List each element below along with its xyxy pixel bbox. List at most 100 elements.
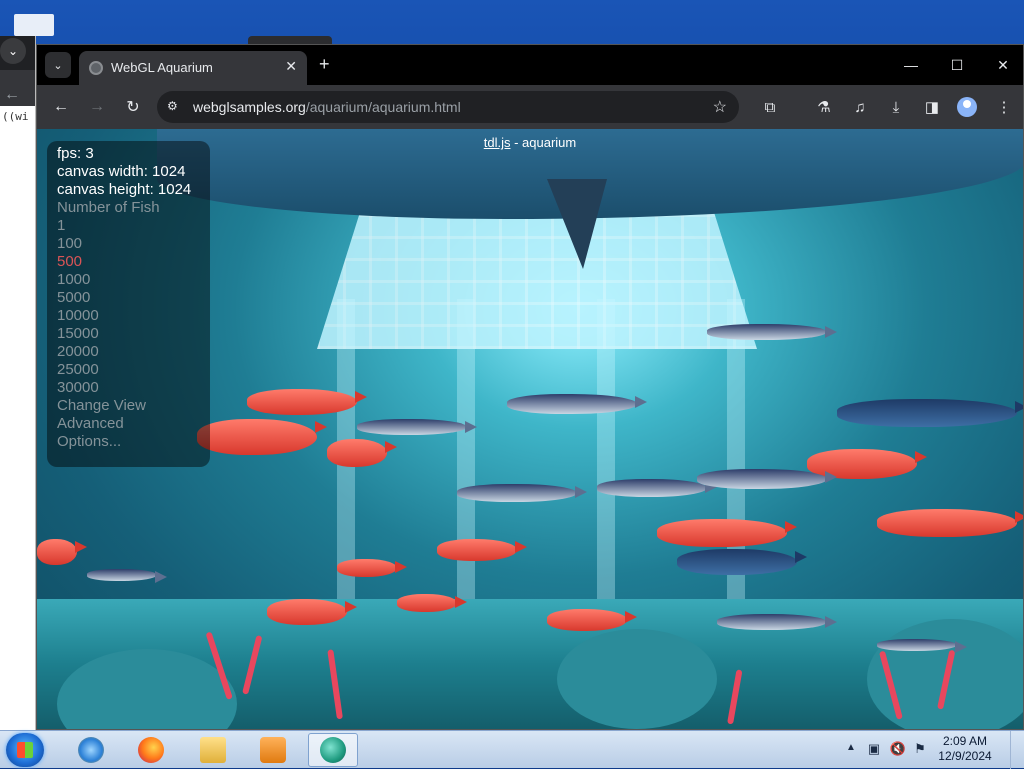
labs-flask-icon[interactable]: ⚗ bbox=[813, 96, 835, 118]
menu-kebab-icon[interactable]: ⋮ bbox=[993, 96, 1015, 118]
fish-count-30000[interactable]: 30000 bbox=[57, 379, 210, 397]
fish-count-500[interactable]: 500 bbox=[57, 253, 210, 271]
browser-toolbar: ← → ↻ ⚙ webglsamples.org/aquarium/aquari… bbox=[37, 85, 1023, 129]
tank-pillar bbox=[597, 299, 615, 639]
tank-pillar bbox=[337, 299, 355, 639]
fish bbox=[397, 594, 467, 612]
fish bbox=[717, 614, 837, 630]
fish-count-15000[interactable]: 15000 bbox=[57, 325, 210, 343]
hud-panel: fps: 3 canvas width: 1024 canvas height:… bbox=[47, 141, 210, 467]
fish bbox=[267, 599, 357, 625]
url-text[interactable]: webglsamples.org/aquarium/aquarium.html bbox=[193, 99, 461, 115]
windows-logo-icon bbox=[17, 742, 33, 758]
download-icon[interactable]: ⤓ bbox=[885, 96, 907, 118]
fish bbox=[807, 449, 927, 479]
profile-avatar-icon[interactable] bbox=[957, 97, 977, 117]
clock-date: 12/9/2024 bbox=[938, 749, 992, 763]
chevron-down-icon[interactable]: ⌄ bbox=[0, 38, 26, 64]
fish bbox=[197, 419, 327, 455]
fish bbox=[357, 419, 477, 435]
fish bbox=[247, 389, 367, 415]
background-code-text: ((wi bbox=[2, 110, 29, 123]
internet-explorer-icon bbox=[78, 737, 104, 763]
fish bbox=[457, 484, 587, 502]
network-icon[interactable]: ▣ bbox=[866, 741, 882, 757]
taskbar-chrome[interactable] bbox=[308, 733, 358, 767]
rock bbox=[557, 629, 717, 729]
media-player-icon bbox=[260, 737, 286, 763]
fish bbox=[657, 519, 797, 547]
fish-count-100[interactable]: 100 bbox=[57, 235, 210, 253]
browser-window: ⌄ WebGL Aquarium ✕ + — ☐ ✕ ← → ↻ ⚙ webgl… bbox=[36, 44, 1024, 730]
taskbar-firefox[interactable] bbox=[126, 733, 176, 767]
fish-count-10000[interactable]: 10000 bbox=[57, 307, 210, 325]
background-window: ((wi bbox=[0, 36, 36, 730]
media-controls-icon[interactable]: ♫ bbox=[849, 96, 871, 118]
desktop-icon[interactable] bbox=[14, 14, 54, 36]
fish-count-1000[interactable]: 1000 bbox=[57, 271, 210, 289]
maximize-button[interactable]: ☐ bbox=[943, 53, 971, 77]
volume-muted-icon[interactable]: 🔇 bbox=[890, 741, 906, 757]
fps-readout: fps: 3 bbox=[57, 145, 94, 162]
fish bbox=[437, 539, 527, 561]
fish bbox=[837, 399, 1023, 427]
fish bbox=[707, 324, 837, 340]
fish bbox=[37, 539, 87, 565]
address-bar[interactable]: ⚙ webglsamples.org/aquarium/aquarium.htm… bbox=[157, 91, 739, 123]
fish bbox=[597, 479, 717, 497]
system-clock[interactable]: 2:09 AM 12/9/2024 bbox=[930, 734, 1000, 764]
new-tab-button[interactable]: + bbox=[319, 54, 330, 75]
fish bbox=[337, 559, 407, 577]
back-arrow-icon: ← bbox=[4, 86, 20, 103]
start-button[interactable] bbox=[6, 733, 44, 767]
fish bbox=[547, 609, 637, 631]
taskbar-internet-explorer[interactable] bbox=[66, 733, 116, 767]
bookmark-star-icon[interactable]: ☆ bbox=[713, 97, 727, 117]
fish bbox=[697, 469, 837, 489]
taskbar-file-explorer[interactable] bbox=[188, 733, 238, 767]
clock-time: 2:09 AM bbox=[942, 734, 988, 748]
canvas-height-readout: canvas height: 1024 bbox=[57, 181, 192, 198]
options-option[interactable]: Options... bbox=[57, 433, 210, 451]
tab-title: WebGL Aquarium bbox=[111, 60, 213, 75]
minimize-button[interactable]: — bbox=[897, 53, 925, 77]
extensions-icon[interactable]: ⧉ bbox=[759, 96, 781, 118]
tab-strip: ⌄ WebGL Aquarium ✕ + — ☐ ✕ bbox=[37, 45, 1023, 85]
fish-count-5000[interactable]: 5000 bbox=[57, 289, 210, 307]
site-info-icon[interactable]: ⚙ bbox=[167, 99, 183, 115]
firefox-icon bbox=[138, 737, 164, 763]
fish bbox=[507, 394, 647, 414]
canvas-width-readout: canvas width: 1024 bbox=[57, 163, 186, 180]
close-tab-icon[interactable]: ✕ bbox=[285, 58, 297, 75]
tdl-link[interactable]: tdl.js bbox=[484, 135, 511, 150]
tab-search-button[interactable]: ⌄ bbox=[45, 52, 71, 78]
tab-webgl-aquarium[interactable]: WebGL Aquarium ✕ bbox=[79, 51, 307, 85]
number-of-fish-heading: Number of Fish bbox=[57, 199, 160, 216]
side-panel-icon[interactable]: ◨ bbox=[921, 96, 943, 118]
chrome-icon bbox=[320, 737, 346, 763]
action-center-flag-icon[interactable]: ⚑ bbox=[912, 741, 928, 757]
fish bbox=[87, 569, 167, 583]
fish-count-20000[interactable]: 20000 bbox=[57, 343, 210, 361]
fish bbox=[327, 439, 397, 467]
aquarium-canvas[interactable]: tdl.js - aquarium fps: 3 canvas width: 1… bbox=[37, 129, 1023, 729]
folder-icon bbox=[200, 737, 226, 763]
fish bbox=[877, 639, 967, 653]
fish-count-1[interactable]: 1 bbox=[57, 217, 210, 235]
change-view-option[interactable]: Change View bbox=[57, 397, 210, 415]
forward-button[interactable]: → bbox=[85, 95, 109, 119]
fish bbox=[677, 549, 807, 575]
glass-dome bbox=[317, 209, 757, 349]
back-button[interactable]: ← bbox=[49, 95, 73, 119]
tray-expand-icon[interactable]: ▲ bbox=[846, 742, 856, 753]
tank-pillar bbox=[457, 299, 475, 639]
reload-button[interactable]: ↻ bbox=[121, 95, 145, 119]
close-window-button[interactable]: ✕ bbox=[989, 53, 1017, 77]
fish bbox=[877, 509, 1023, 537]
taskbar: ▲ ▣ 🔇 ⚑ 2:09 AM 12/9/2024 bbox=[0, 730, 1024, 769]
fish-count-25000[interactable]: 25000 bbox=[57, 361, 210, 379]
taskbar-media-player[interactable] bbox=[248, 733, 298, 767]
advanced-option[interactable]: Advanced bbox=[57, 415, 210, 433]
globe-icon bbox=[89, 61, 103, 75]
show-desktop-button[interactable] bbox=[1010, 731, 1024, 769]
